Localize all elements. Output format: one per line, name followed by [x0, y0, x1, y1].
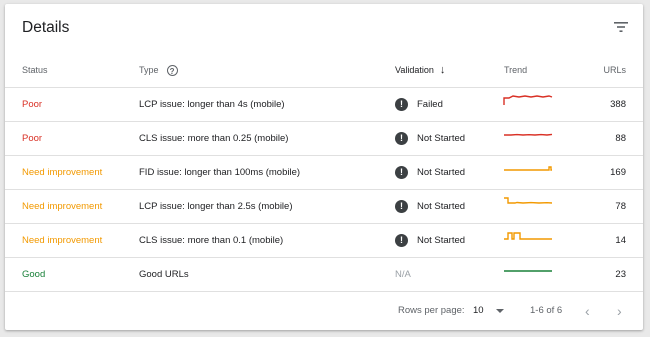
- pagination-range: 1-6 of 6: [530, 305, 563, 316]
- card-title: Details: [22, 19, 70, 36]
- issue-type: LCP issue: longer than 4s (mobile): [139, 99, 285, 110]
- status-label: Need improvement: [22, 201, 103, 212]
- filter-icon[interactable]: [613, 20, 629, 34]
- status-label: Need improvement: [22, 235, 103, 246]
- table-row[interactable]: Good Good URLs N/A 23: [5, 258, 643, 292]
- status-label: Poor: [22, 133, 43, 144]
- rows-per-page-label: Rows per page:: [398, 305, 465, 316]
- validation-cell: ! Failed: [395, 88, 443, 121]
- validation-status: Not Started: [417, 167, 466, 178]
- column-header-type[interactable]: Type ?: [139, 52, 178, 88]
- validation-cell: ! Not Started: [395, 156, 465, 189]
- url-count: 78: [615, 201, 626, 212]
- column-header-status[interactable]: Status: [22, 52, 48, 88]
- trend-sparkline: [503, 190, 553, 223]
- table-row[interactable]: Need improvement CLS issue: more than 0.…: [5, 224, 643, 258]
- trend-sparkline: [503, 224, 553, 257]
- url-count: 88: [615, 133, 626, 144]
- table-pagination: Rows per page: 10 1-6 of 6 ‹ ›: [5, 292, 643, 330]
- exclamation-circle-icon: !: [395, 234, 408, 247]
- table-row[interactable]: Need improvement FID issue: longer than …: [5, 156, 643, 190]
- details-card: Details Status Type ? Validation ↓ Trend…: [5, 4, 643, 330]
- chevron-right-icon[interactable]: ›: [617, 292, 622, 330]
- status-label: Poor: [22, 99, 43, 110]
- trend-sparkline: [503, 88, 553, 121]
- trend-sparkline: [503, 258, 553, 291]
- column-header-trend: Trend: [504, 65, 528, 75]
- column-header-validation[interactable]: Validation ↓: [395, 52, 445, 88]
- arrow-down-icon: ↓: [439, 64, 446, 76]
- exclamation-circle-icon: !: [395, 200, 408, 213]
- table-row[interactable]: Poor CLS issue: more than 0.25 (mobile) …: [5, 122, 643, 156]
- rows-per-page-value: 10: [473, 305, 484, 316]
- validation-status: Not Started: [417, 235, 466, 246]
- validation-status: Failed: [417, 99, 443, 110]
- trend-sparkline: [503, 156, 553, 189]
- issue-type: Good URLs: [139, 269, 189, 280]
- validation-cell: N/A: [395, 258, 411, 291]
- chevron-left-icon[interactable]: ‹: [585, 292, 590, 330]
- rows-per-page-select[interactable]: 10: [473, 292, 504, 330]
- table-header: Status Type ? Validation ↓ Trend URLs: [5, 52, 643, 88]
- issue-type: CLS issue: more than 0.1 (mobile): [139, 235, 284, 246]
- exclamation-circle-icon: !: [395, 132, 408, 145]
- url-count: 169: [610, 167, 626, 178]
- status-label: Good: [22, 269, 46, 280]
- column-header-urls[interactable]: URLs: [603, 52, 626, 88]
- url-count: 23: [615, 269, 626, 280]
- table-row[interactable]: Poor LCP issue: longer than 4s (mobile) …: [5, 88, 643, 122]
- exclamation-circle-icon: !: [395, 166, 408, 179]
- table-row[interactable]: Need improvement LCP issue: longer than …: [5, 190, 643, 224]
- issue-type: CLS issue: more than 0.25 (mobile): [139, 133, 289, 144]
- status-label: Need improvement: [22, 167, 103, 178]
- dropdown-caret-icon: [495, 309, 504, 313]
- issue-type: LCP issue: longer than 2.5s (mobile): [139, 201, 293, 212]
- validation-cell: ! Not Started: [395, 122, 465, 155]
- issue-type: FID issue: longer than 100ms (mobile): [139, 167, 301, 178]
- table-body: Poor LCP issue: longer than 4s (mobile) …: [5, 88, 643, 292]
- column-header-validation-label: Validation: [395, 65, 434, 75]
- validation-cell: ! Not Started: [395, 190, 465, 223]
- help-circle-icon[interactable]: ?: [166, 64, 178, 76]
- validation-status: Not Started: [417, 201, 466, 212]
- card-header: Details: [5, 4, 643, 52]
- validation-status: N/A: [395, 269, 411, 280]
- exclamation-circle-icon: !: [395, 98, 408, 111]
- trend-sparkline: [503, 122, 553, 155]
- column-header-type-label: Type: [139, 65, 159, 75]
- url-count: 388: [610, 99, 626, 110]
- validation-status: Not Started: [417, 133, 466, 144]
- validation-cell: ! Not Started: [395, 224, 465, 257]
- url-count: 14: [615, 235, 626, 246]
